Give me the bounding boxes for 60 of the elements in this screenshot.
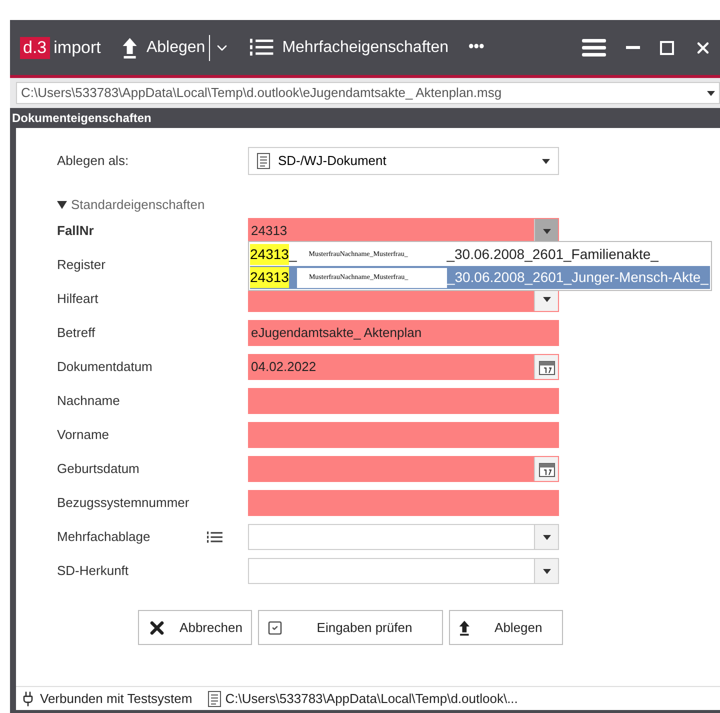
input-field[interactable]: eJugendamtsakte_ Aktenplan (248, 320, 559, 346)
dropdown-button[interactable] (534, 525, 558, 549)
caret-icon (542, 158, 550, 164)
menu-icon (582, 38, 606, 58)
field-label: Nachname (57, 392, 121, 410)
input-field[interactable]: 04.02.2022 (248, 354, 559, 380)
field-label: FallNr (57, 222, 95, 240)
calendar-icon[interactable] (538, 359, 554, 375)
more-button[interactable]: ••• (468, 36, 484, 59)
menu-button[interactable] (582, 38, 606, 58)
date-picker-button[interactable] (534, 457, 558, 481)
input-field[interactable] (248, 524, 559, 550)
input-field[interactable] (248, 388, 559, 414)
maximize-icon (660, 40, 674, 54)
toolbar-button[interactable]: Mehrfacheigenschaften (250, 36, 449, 60)
numbered-list-icon (250, 38, 274, 58)
dropdown-button[interactable] (534, 219, 558, 243)
dropdown-button[interactable] (534, 559, 558, 583)
file-path: C:\Users\533783\AppData\Local\Temp\d.outlook\... (225, 690, 518, 708)
caret-icon (542, 534, 550, 540)
field-label: Vorname (57, 426, 110, 444)
action-button[interactable]: Ablegen (449, 610, 563, 645)
document-type-select[interactable]: SD-/WJ-Dokument (248, 147, 559, 175)
document-icon (257, 153, 270, 169)
upload-icon (120, 36, 138, 58)
field-label: Hilfeart (57, 290, 100, 308)
maximize-button[interactable] (660, 40, 674, 54)
caret-icon (707, 90, 715, 96)
path-field[interactable]: C:\Users\533783\AppData\Local\Temp\d.outlook\eJugendamtsakte_ Aktenplan.msg (16, 82, 720, 104)
toolbar-button[interactable]: Ablegen (120, 36, 206, 60)
calendar-icon[interactable] (538, 461, 554, 477)
input-field[interactable] (248, 558, 559, 584)
field-label: Register (57, 256, 106, 274)
field-label: Ablegen als: (57, 152, 130, 170)
upload-icon (458, 620, 471, 636)
field-label: Mehrfachablage (57, 528, 152, 546)
field-label: Bezugssystemnummer (57, 494, 190, 512)
input-field[interactable] (248, 456, 559, 482)
app-name: import (54, 36, 101, 59)
logo-mark: d.3 (20, 36, 50, 58)
field-label: SD-Herkunft (57, 562, 130, 580)
field-label: Betreff (57, 324, 96, 342)
caret-icon (542, 228, 550, 234)
caret-icon (542, 568, 550, 574)
input-field[interactable] (248, 490, 559, 516)
triangle-icon (57, 201, 67, 209)
connection-status: Verbunden mit Testsystem (40, 690, 192, 708)
field-label: Dokumentdatum (57, 358, 154, 376)
date-picker-button[interactable] (534, 355, 558, 379)
group-toggle[interactable]: Standardeigenschaften (57, 196, 720, 214)
checkbox-icon (267, 620, 283, 636)
caret-icon (542, 296, 550, 302)
document-icon (208, 690, 222, 706)
action-button[interactable]: Abbrechen (138, 610, 252, 645)
section-title: Dokumenteigenschaften (12, 110, 152, 127)
input-field[interactable] (248, 422, 559, 448)
field-label: Geburtsdatum (57, 460, 140, 478)
minimize-icon (626, 46, 640, 49)
action-button[interactable]: Eingaben prüfen (258, 610, 443, 645)
numbered-list-icon (207, 530, 223, 544)
